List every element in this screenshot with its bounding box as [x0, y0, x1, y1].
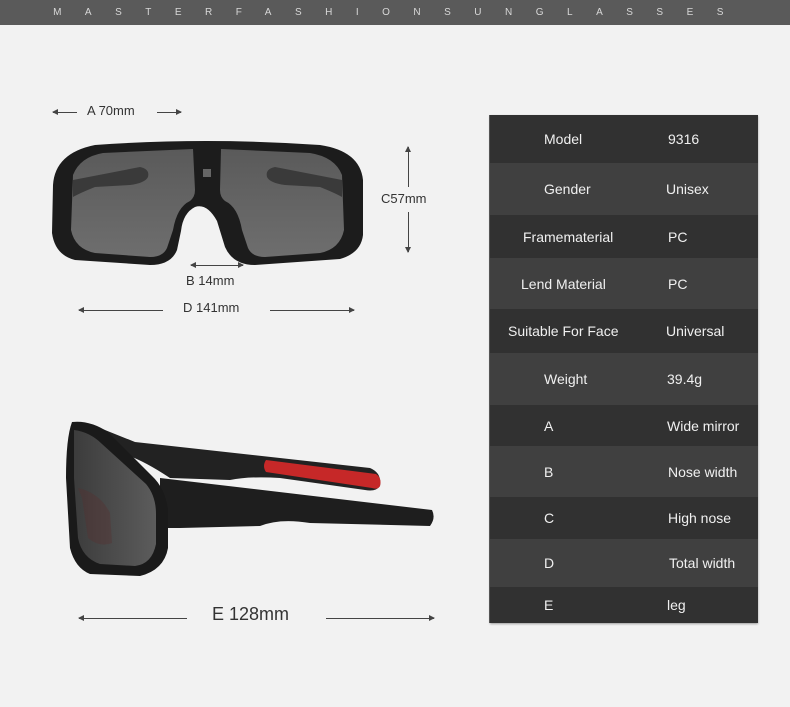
spec-row: Gender Unisex	[490, 163, 758, 215]
spec-label: Model	[544, 131, 583, 147]
dimension-c-label: C57mm	[381, 191, 427, 206]
dimension-b-label: B 14mm	[186, 273, 235, 288]
spec-value: Total width	[669, 555, 736, 571]
spec-label: B	[544, 463, 554, 480]
spec-value: Unisex	[666, 181, 709, 197]
spec-row: Framematerial PC	[490, 215, 758, 258]
dimension-a-arrow-left	[52, 109, 77, 115]
dimension-d-arrow-right	[270, 307, 355, 313]
spec-value: Wide mirror	[667, 417, 740, 434]
spec-value: leg	[667, 597, 686, 613]
dimension-a-label: A 70mm	[87, 103, 135, 118]
spec-label: Suitable For Face	[508, 323, 619, 339]
sunglasses-front-image	[52, 141, 363, 265]
dimension-e-label: E 128mm	[212, 604, 290, 624]
spec-row: Weight 39.4g	[490, 353, 758, 405]
dimension-a-arrow-right	[157, 109, 182, 115]
spec-table: Model 9316 Gender Unisex Framematerial P…	[489, 115, 758, 623]
spec-row: C High nose	[490, 497, 758, 539]
dimension-e-arrow-left	[78, 615, 187, 621]
dimension-d-label: D 141mm	[183, 300, 240, 315]
spec-value: PC	[668, 228, 688, 245]
side-temple-lower	[160, 478, 434, 528]
spec-label: D	[544, 555, 555, 571]
dimension-b-arrow	[190, 262, 244, 268]
spec-label: A	[544, 417, 554, 434]
spec-row: E leg	[490, 587, 758, 623]
spec-label: C	[544, 510, 555, 526]
spec-row: Model 9316	[490, 115, 758, 163]
spec-value: 9316	[668, 131, 700, 147]
spec-value: 39.4g	[667, 371, 703, 387]
spec-value: Nose width	[668, 463, 738, 480]
brand-banner: MASTERFASHIONSUNGLASSES	[0, 0, 790, 25]
spec-value: Universal	[666, 323, 725, 339]
spec-row: Lend Material PC	[490, 258, 758, 309]
dimension-e-arrow-right	[326, 615, 435, 621]
spec-label: Weight	[544, 371, 588, 387]
dimension-c-arrow-up	[405, 146, 411, 187]
dimension-d-arrow-left	[78, 307, 163, 313]
spec-label: Lend Material	[521, 275, 606, 292]
spec-label: Framematerial	[523, 228, 614, 245]
spec-row: Suitable For Face Universal	[490, 309, 758, 353]
spec-value: High nose	[668, 510, 732, 526]
brand-title: MASTERFASHIONSUNGLASSES	[53, 7, 747, 18]
spec-row: D Total width	[490, 539, 758, 587]
spec-row: B Nose width	[490, 446, 758, 497]
spec-row: A Wide mirror	[490, 405, 758, 446]
dimension-c-arrow-down	[405, 212, 411, 253]
spec-label: E	[544, 597, 554, 613]
spec-value: PC	[668, 275, 688, 292]
spec-label: Gender	[544, 181, 591, 197]
sunglasses-side-image	[66, 421, 434, 576]
